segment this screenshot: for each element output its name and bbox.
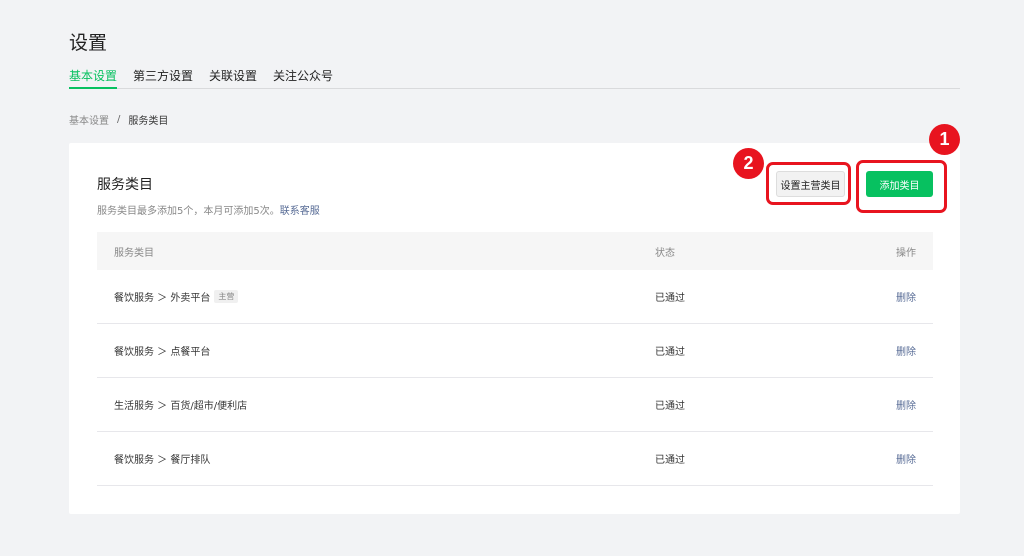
settings-tabs: 基本设置 第三方设置 关联设置 关注公众号 bbox=[69, 68, 960, 89]
row-status: 已通过 bbox=[655, 401, 685, 412]
table-row: 生活服务 ＞ 百货/超市/便利店 已通过 删除 bbox=[97, 378, 933, 432]
table-header: 服务类目 状态 操作 bbox=[97, 232, 933, 270]
row-name-cell: 餐饮服务 ＞ 点餐平台 bbox=[97, 343, 655, 358]
annotation-badge-1: 1 bbox=[929, 124, 960, 155]
header-status: 状态 bbox=[655, 247, 675, 259]
row-status: 已通过 bbox=[655, 293, 685, 304]
row-name: 餐饮服务 ＞ 外卖平台 bbox=[114, 293, 211, 304]
row-status: 已通过 bbox=[655, 347, 685, 358]
tab-related-settings[interactable]: 关联设置 bbox=[209, 68, 257, 89]
header-name: 服务类目 bbox=[114, 247, 154, 259]
category-table: 服务类目 状态 操作 餐饮服务 ＞ 外卖平台 主营 已通过 删除 餐饮服务 ＞ … bbox=[97, 232, 933, 486]
tab-basic-settings[interactable]: 基本设置 bbox=[69, 68, 118, 89]
tab-follow-official-account[interactable]: 关注公众号 bbox=[273, 68, 333, 89]
table-row: 餐饮服务 ＞ 外卖平台 主营 已通过 删除 bbox=[97, 270, 933, 324]
tab-third-party-settings[interactable]: 第三方设置 bbox=[133, 68, 193, 89]
header-op: 操作 bbox=[896, 247, 916, 259]
row-op-cell: 删除 bbox=[896, 343, 933, 358]
page-title: 设置 bbox=[69, 32, 108, 54]
row-op-cell: 删除 bbox=[896, 451, 933, 466]
row-name-cell: 生活服务 ＞ 百货/超市/便利店 bbox=[97, 397, 655, 412]
table-row: 餐饮服务 ＞ 餐厅排队 已通过 删除 bbox=[97, 432, 933, 486]
row-name: 餐饮服务 ＞ 餐厅排队 bbox=[114, 455, 211, 466]
row-name: 生活服务 ＞ 百货/超市/便利店 bbox=[114, 401, 248, 412]
delete-link[interactable]: 删除 bbox=[896, 401, 916, 412]
card-desc-text: 服务类目最多添加5个，本月可添加5次。 bbox=[97, 206, 280, 217]
row-name-cell: 餐饮服务 ＞ 餐厅排队 bbox=[97, 451, 655, 466]
row-status: 已通过 bbox=[655, 455, 685, 466]
delete-link[interactable]: 删除 bbox=[896, 347, 916, 358]
annotation-box-2 bbox=[766, 162, 851, 205]
delete-link[interactable]: 删除 bbox=[896, 293, 916, 304]
row-name: 餐饮服务 ＞ 点餐平台 bbox=[114, 347, 211, 358]
row-name-cell: 餐饮服务 ＞ 外卖平台 主营 bbox=[97, 289, 655, 304]
breadcrumb: 基本设置 / 服务类目 bbox=[69, 112, 168, 127]
card-description: 服务类目最多添加5个，本月可添加5次。联系客服 bbox=[97, 202, 320, 217]
delete-link[interactable]: 删除 bbox=[896, 455, 916, 466]
card-title: 服务类目 bbox=[97, 177, 153, 193]
annotation-badge-2: 2 bbox=[733, 148, 764, 179]
breadcrumb-separator: / bbox=[117, 114, 121, 125]
row-op-cell: 删除 bbox=[896, 289, 933, 304]
breadcrumb-parent[interactable]: 基本设置 bbox=[69, 112, 109, 127]
annotation-box-1 bbox=[856, 160, 947, 213]
main-category-tag: 主营 bbox=[214, 290, 239, 303]
table-row: 餐饮服务 ＞ 点餐平台 已通过 删除 bbox=[97, 324, 933, 378]
row-op-cell: 删除 bbox=[896, 397, 933, 412]
breadcrumb-current: 服务类目 bbox=[128, 116, 169, 127]
contact-support-link[interactable]: 联系客服 bbox=[280, 206, 320, 217]
